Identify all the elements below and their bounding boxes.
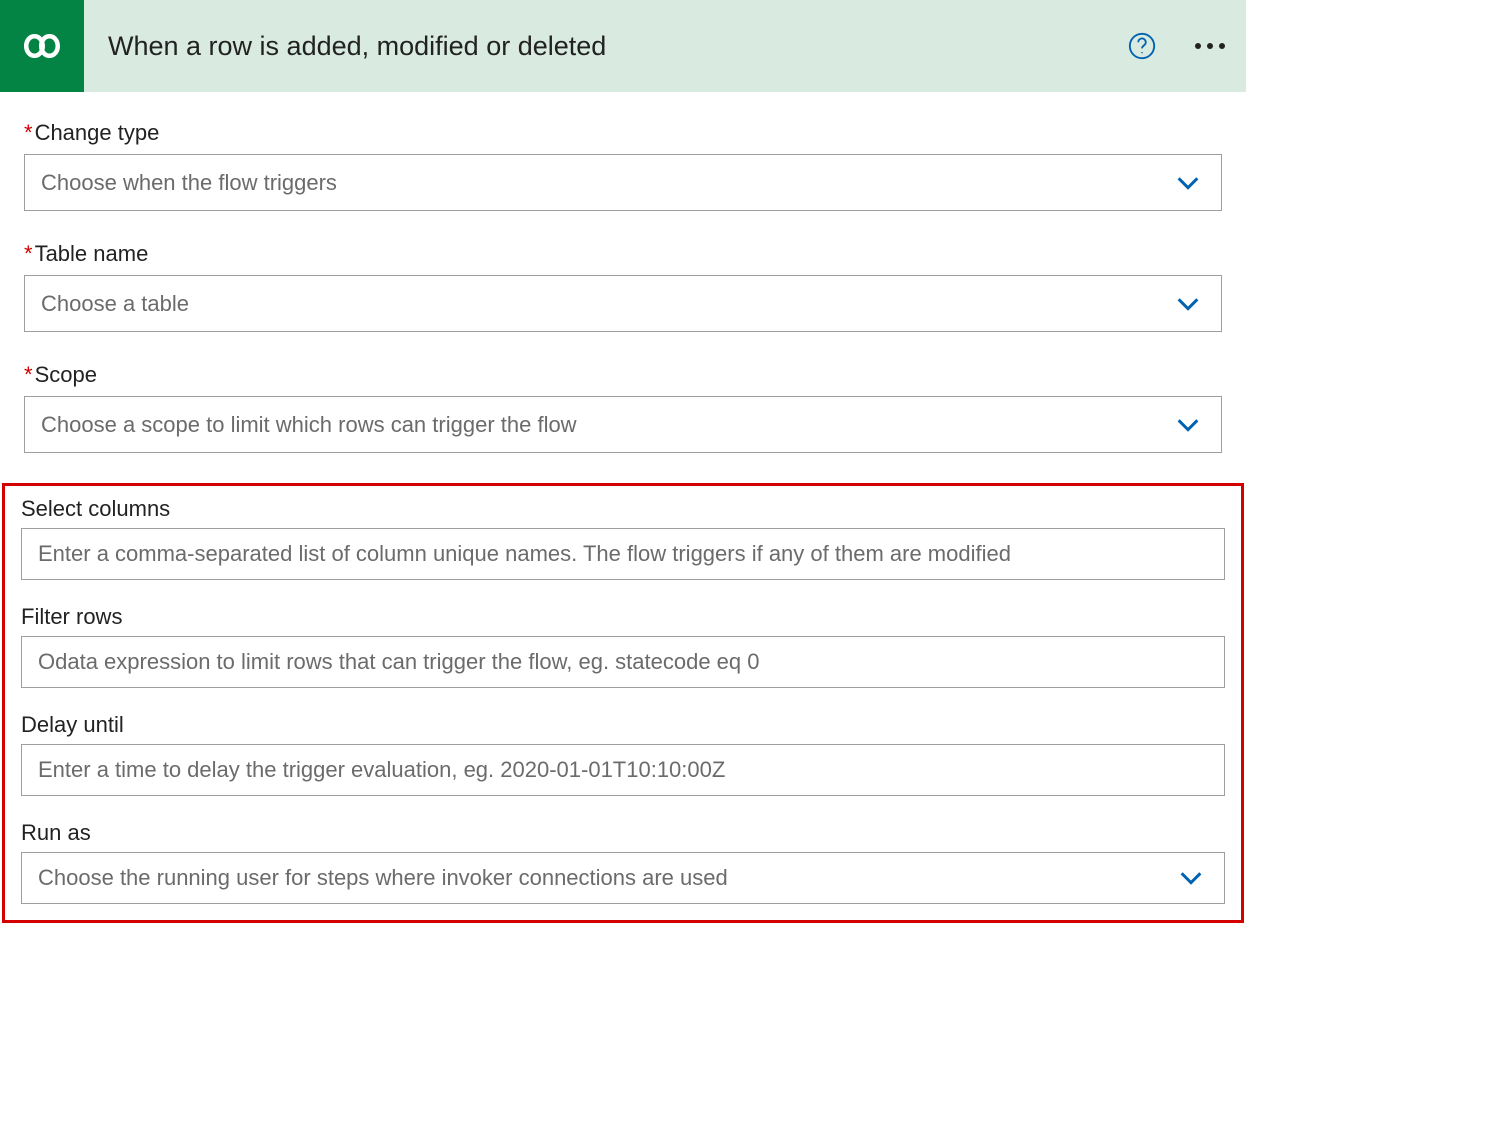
dataverse-icon — [0, 0, 84, 92]
more-options-icon[interactable] — [1186, 22, 1234, 70]
required-mark: * — [24, 120, 33, 145]
field-select-columns: Select columns Enter a comma-separated l… — [21, 496, 1225, 580]
card-title: When a row is added, modified or deleted — [108, 31, 1124, 62]
field-run-as: Run as Choose the running user for steps… — [21, 820, 1225, 904]
required-mark: * — [24, 241, 33, 266]
chevron-down-icon — [1171, 166, 1205, 200]
required-mark: * — [24, 362, 33, 387]
filter-rows-label: Filter rows — [21, 604, 1225, 630]
scope-dropdown[interactable]: Choose a scope to limit which rows can t… — [24, 396, 1222, 453]
field-scope: *Scope Choose a scope to limit which row… — [24, 362, 1222, 453]
advanced-options-highlight: Select columns Enter a comma-separated l… — [2, 483, 1244, 923]
change-type-dropdown[interactable]: Choose when the flow triggers — [24, 154, 1222, 211]
chevron-down-icon — [1171, 408, 1205, 442]
filter-rows-input[interactable]: Odata expression to limit rows that can … — [21, 636, 1225, 688]
select-columns-placeholder: Enter a comma-separated list of column u… — [38, 541, 1208, 567]
form-area: *Change type Choose when the flow trigge… — [0, 92, 1246, 483]
chevron-down-icon — [1171, 287, 1205, 321]
table-name-placeholder: Choose a table — [41, 291, 1171, 317]
field-change-type: *Change type Choose when the flow trigge… — [24, 120, 1222, 211]
change-type-label: *Change type — [24, 120, 1222, 146]
card-header: When a row is added, modified or deleted — [0, 0, 1246, 92]
delay-until-input[interactable]: Enter a time to delay the trigger evalua… — [21, 744, 1225, 796]
change-type-placeholder: Choose when the flow triggers — [41, 170, 1171, 196]
run-as-placeholder: Choose the running user for steps where … — [38, 865, 1174, 891]
delay-until-label: Delay until — [21, 712, 1225, 738]
chevron-down-icon — [1174, 861, 1208, 895]
select-columns-label: Select columns — [21, 496, 1225, 522]
run-as-dropdown[interactable]: Choose the running user for steps where … — [21, 852, 1225, 904]
help-icon[interactable] — [1124, 28, 1160, 64]
delay-until-placeholder: Enter a time to delay the trigger evalua… — [38, 757, 1208, 783]
table-name-dropdown[interactable]: Choose a table — [24, 275, 1222, 332]
field-filter-rows: Filter rows Odata expression to limit ro… — [21, 604, 1225, 688]
scope-label: *Scope — [24, 362, 1222, 388]
field-table-name: *Table name Choose a table — [24, 241, 1222, 332]
filter-rows-placeholder: Odata expression to limit rows that can … — [38, 649, 1208, 675]
run-as-label: Run as — [21, 820, 1225, 846]
scope-placeholder: Choose a scope to limit which rows can t… — [41, 412, 1171, 438]
table-name-label: *Table name — [24, 241, 1222, 267]
field-delay-until: Delay until Enter a time to delay the tr… — [21, 712, 1225, 796]
select-columns-input[interactable]: Enter a comma-separated list of column u… — [21, 528, 1225, 580]
trigger-card: When a row is added, modified or deleted… — [0, 0, 1246, 923]
